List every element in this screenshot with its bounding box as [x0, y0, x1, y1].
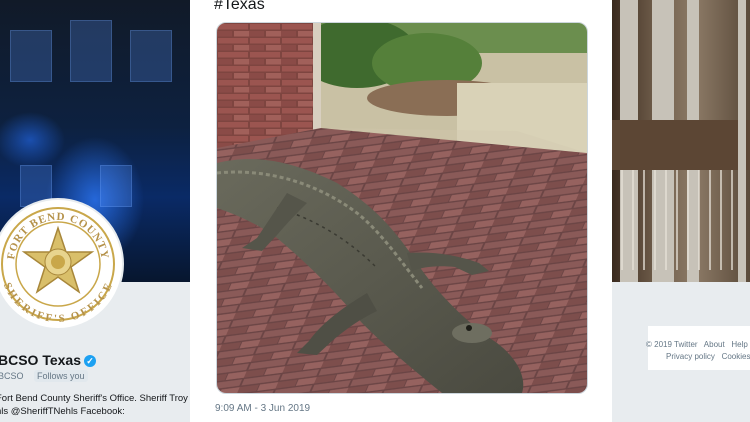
profile-bio: Fort Bend County Sheriff's Office. Sheri…	[0, 393, 188, 417]
building-photo	[612, 0, 750, 282]
follows-you-label: Follows you	[34, 370, 88, 382]
copyright-text: © 2019 Twitter	[646, 340, 698, 349]
privacy-link[interactable]: Privacy policy	[666, 352, 715, 361]
alligator-photo	[217, 23, 587, 393]
help-link[interactable]: Help	[731, 340, 747, 349]
profile-name[interactable]: BCSO Texas ✓	[0, 352, 96, 368]
background-profile-page: FORT BEND COUNTY SHERIFF'S OFFICE BCSO T…	[0, 0, 190, 422]
footer-row-1: © 2019 Twitter About Help	[646, 340, 748, 349]
verified-badge-icon: ✓	[84, 355, 96, 367]
tweet-timestamp[interactable]: 9:09 AM - 3 Jun 2019	[215, 403, 310, 414]
profile-name-text[interactable]: BCSO Texas	[0, 352, 81, 368]
footer-row-2: Privacy policy Cookies	[666, 352, 750, 361]
sheriff-badge-avatar[interactable]: FORT BEND COUNTY SHERIFF'S OFFICE	[0, 198, 124, 330]
profile-handle[interactable]: BCSO	[0, 371, 24, 381]
profile-handle-row: BCSO Follows you	[0, 370, 88, 382]
tweet-photo[interactable]	[216, 22, 588, 394]
about-link[interactable]: About	[704, 340, 725, 349]
cookies-link[interactable]: Cookies	[722, 352, 750, 361]
tweet-text[interactable]: #Texas	[214, 0, 265, 14]
